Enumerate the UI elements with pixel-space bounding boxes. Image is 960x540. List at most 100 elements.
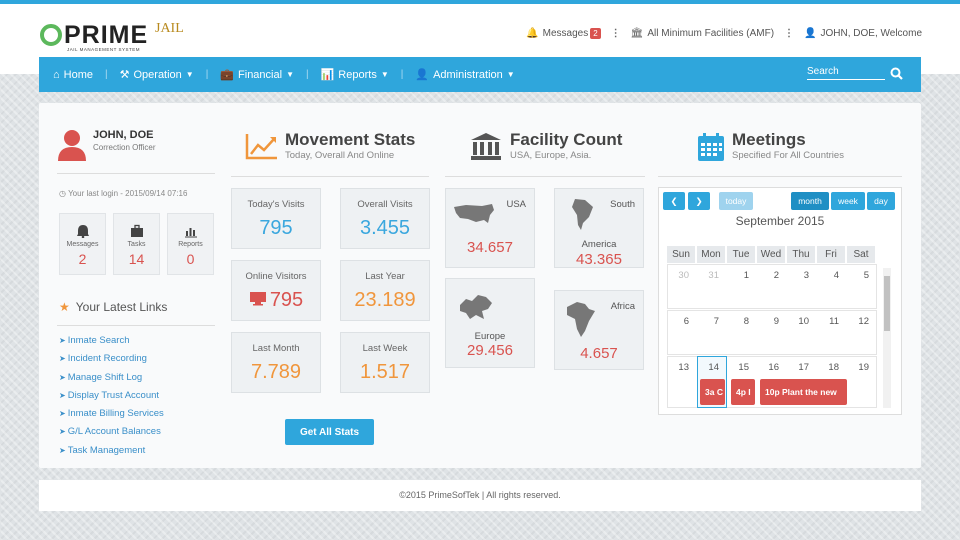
user-icon: 👤: [804, 28, 817, 39]
stat-online-visitors: Online Visitors 795: [231, 260, 321, 321]
facility-south-america[interactable]: South America 43.365: [554, 188, 644, 268]
calendar-event[interactable]: 3a C: [700, 379, 725, 405]
calendar-day[interactable]: 5: [849, 270, 869, 281]
user-icon: [58, 130, 86, 161]
link-label: Display Trust Account: [67, 389, 160, 401]
tile-value: 2: [78, 251, 87, 267]
calendar-day[interactable]: 17: [789, 362, 809, 373]
logo-sub: JAIL: [155, 21, 184, 36]
nav-administration[interactable]: 👤 Administration ▼: [415, 68, 514, 82]
facility-value: 4.657: [580, 345, 618, 362]
divider: [57, 325, 215, 326]
calendar-event[interactable]: 4p I: [731, 379, 755, 405]
stat-value-row: 795: [232, 289, 320, 312]
facility-value: 34.657: [467, 239, 513, 256]
line-chart-icon: [245, 134, 277, 160]
link-inmate-search[interactable]: ➤ Inmate Search: [59, 335, 164, 353]
calendar-day[interactable]: 11: [819, 316, 839, 327]
link-label: G/L Account Balances: [67, 426, 161, 438]
nav-divider: |: [105, 69, 108, 80]
chevron-down-icon: ▼: [380, 70, 389, 79]
chevron-right-icon: ❯: [695, 196, 703, 206]
link-incident-recording[interactable]: ➤ Incident Recording: [59, 353, 164, 371]
separator: ⋮: [784, 28, 795, 39]
stat-label: Last Week: [362, 343, 408, 354]
nav-divider: |: [305, 69, 309, 80]
nav-divider: |: [400, 69, 404, 80]
dow-header: Thu: [787, 246, 815, 263]
calendar-day[interactable]: 3: [789, 270, 809, 281]
monitor-icon: [249, 292, 266, 306]
calendar-day[interactable]: 13: [669, 362, 689, 373]
dashboard-panel: JOHN, DOE Correction Officer ◷ Your last…: [39, 103, 921, 468]
chevron-down-icon: ▼: [286, 70, 294, 79]
stat-value: 1.517: [359, 361, 411, 383]
calendar-day[interactable]: 7: [699, 316, 719, 327]
calendar-scrollbar[interactable]: [883, 268, 891, 408]
next-month-button[interactable]: ❯: [688, 192, 710, 210]
today-button[interactable]: today: [719, 192, 753, 210]
calendar-day[interactable]: 6: [669, 316, 689, 327]
month-view-button[interactable]: month: [791, 192, 829, 210]
nav-home[interactable]: ⌂ Home: [53, 69, 93, 81]
calendar-day[interactable]: 16: [759, 362, 779, 373]
nav-financial[interactable]: 💼 Financial ▼: [220, 68, 294, 82]
facility-selector[interactable]: All Minimum Facilities (AMF): [647, 28, 774, 39]
calendar-day[interactable]: 18: [819, 362, 839, 373]
facility-count-subtitle: USA, Europe, Asia.: [510, 150, 592, 161]
nav-divider: |: [205, 69, 209, 80]
calendar-day[interactable]: 10: [789, 316, 809, 327]
scrollbar-thumb[interactable]: [884, 276, 890, 331]
calendar-day[interactable]: 19: [849, 362, 869, 373]
calendar-day[interactable]: 1: [729, 270, 749, 281]
bell-icon: [77, 225, 89, 238]
facility-count-title: Facility Count: [510, 130, 623, 149]
europe-map-icon: [460, 295, 492, 319]
prev-month-button[interactable]: ❮: [663, 192, 685, 210]
welcome-user[interactable]: JOHN, DOE, Welcome: [821, 28, 923, 39]
calendar-day[interactable]: 4: [819, 270, 839, 281]
calendar-day[interactable]: 12: [849, 316, 869, 327]
link-label: Manage Shift Log: [67, 371, 143, 383]
calendar-day[interactable]: 30: [669, 270, 689, 281]
calendar-day[interactable]: 2: [759, 270, 779, 281]
header-actions: 🔔 Messages 2 ⋮ 🏛 All Minimum Facilities …: [526, 28, 922, 39]
calendar-icon: [698, 133, 724, 161]
calendar-day[interactable]: 14: [699, 362, 719, 373]
facility-europe[interactable]: Europe 29.456: [445, 278, 535, 368]
nav-operation[interactable]: ⚒ Operation ▼: [119, 68, 194, 82]
messages-link[interactable]: Messages: [543, 28, 589, 39]
search-icon[interactable]: [890, 67, 903, 80]
tile-label: Messages: [66, 241, 99, 248]
tile-tasks[interactable]: Tasks 14: [113, 213, 160, 275]
get-all-stats-button[interactable]: Get All Stats: [285, 419, 374, 445]
calendar-day[interactable]: 9: [759, 316, 779, 327]
link-inmate-billing[interactable]: ➤ Inmate Billing Services: [59, 408, 164, 426]
bank-icon: [471, 133, 501, 160]
calendar-event[interactable]: 10p Plant the new: [760, 379, 847, 405]
facility-usa[interactable]: USA 34.657: [445, 188, 535, 268]
calendar-day[interactable]: 8: [729, 316, 749, 327]
dow-header: Wed: [757, 246, 785, 263]
day-view-button[interactable]: day: [867, 192, 895, 210]
tile-reports[interactable]: Reports 0: [167, 213, 214, 275]
nav-reports[interactable]: 📊 Reports ▼: [321, 68, 389, 82]
week-view-button[interactable]: week: [831, 192, 865, 210]
gavel-icon: ⚒: [119, 69, 130, 81]
facility-value: 43.365: [576, 251, 622, 268]
facility-name: Africa: [610, 301, 635, 312]
latest-links-label: Your Latest Links: [75, 300, 168, 314]
link-task-management[interactable]: ➤ Task Management: [59, 445, 164, 463]
link-display-trust-account[interactable]: ➤ Display Trust Account: [59, 390, 164, 408]
link-manage-shift-log[interactable]: ➤ Manage Shift Log: [59, 372, 164, 390]
search-input[interactable]: [807, 66, 885, 80]
stat-todays-visits: Today's Visits 795: [231, 188, 321, 249]
tag-icon: ➤: [59, 427, 66, 437]
tile-messages[interactable]: Messages 2: [59, 213, 106, 275]
tag-icon: ➤: [59, 372, 66, 382]
facility-africa[interactable]: Africa 4.657: [554, 290, 644, 370]
calendar-day[interactable]: 31: [699, 270, 719, 281]
link-gl-balances[interactable]: ➤ G/L Account Balances: [59, 426, 164, 444]
calendar-day[interactable]: 15: [729, 362, 749, 373]
dow-header: Sun: [667, 246, 695, 263]
